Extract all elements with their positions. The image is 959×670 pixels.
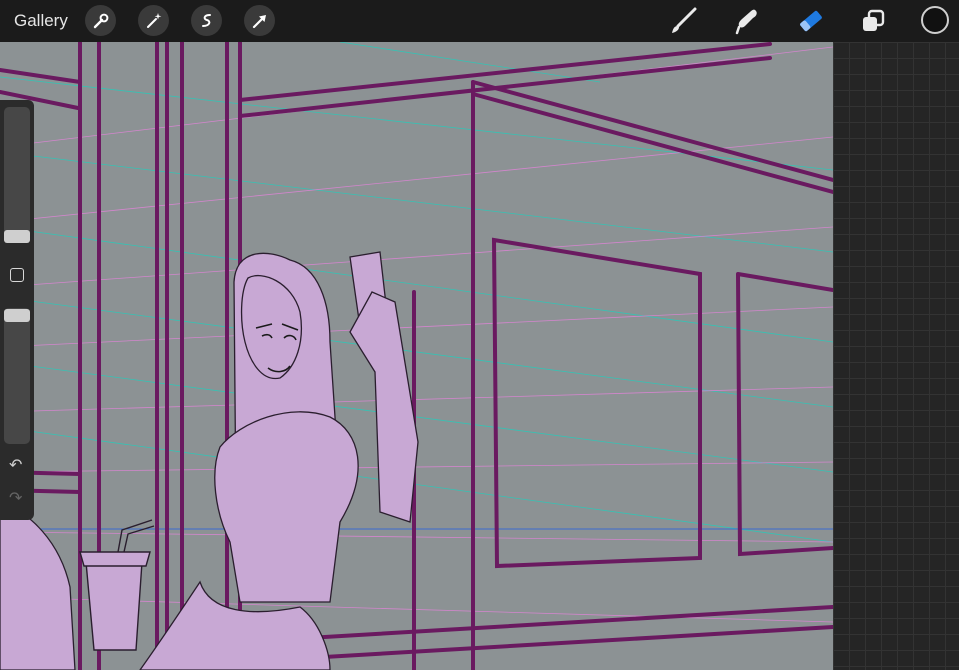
redo-icon[interactable]: ↷ [9,488,22,508]
eraser-icon[interactable] [795,5,827,37]
drawing-canvas[interactable] [0,42,833,670]
magic-wand-icon[interactable] [138,5,169,36]
transform-arrow-icon[interactable] [244,5,275,36]
brush-size-thumb[interactable] [4,230,30,243]
canvas-artwork [0,42,833,670]
layers-icon[interactable] [857,5,889,37]
wrench-icon[interactable] [85,5,116,36]
color-swatch[interactable] [921,6,949,34]
brush-icon[interactable] [667,5,699,37]
workspace-grid [833,42,959,670]
modify-button[interactable] [10,268,24,282]
sidebar: ↶ ↷ [0,100,34,520]
smudge-icon[interactable] [731,5,763,37]
selection-icon[interactable] [191,5,222,36]
opacity-slider[interactable] [4,308,30,444]
opacity-thumb[interactable] [4,309,30,322]
top-toolbar: Gallery [0,0,959,42]
undo-icon[interactable]: ↶ [9,455,22,475]
brush-size-slider[interactable] [4,107,30,243]
gallery-button[interactable]: Gallery [14,11,68,31]
